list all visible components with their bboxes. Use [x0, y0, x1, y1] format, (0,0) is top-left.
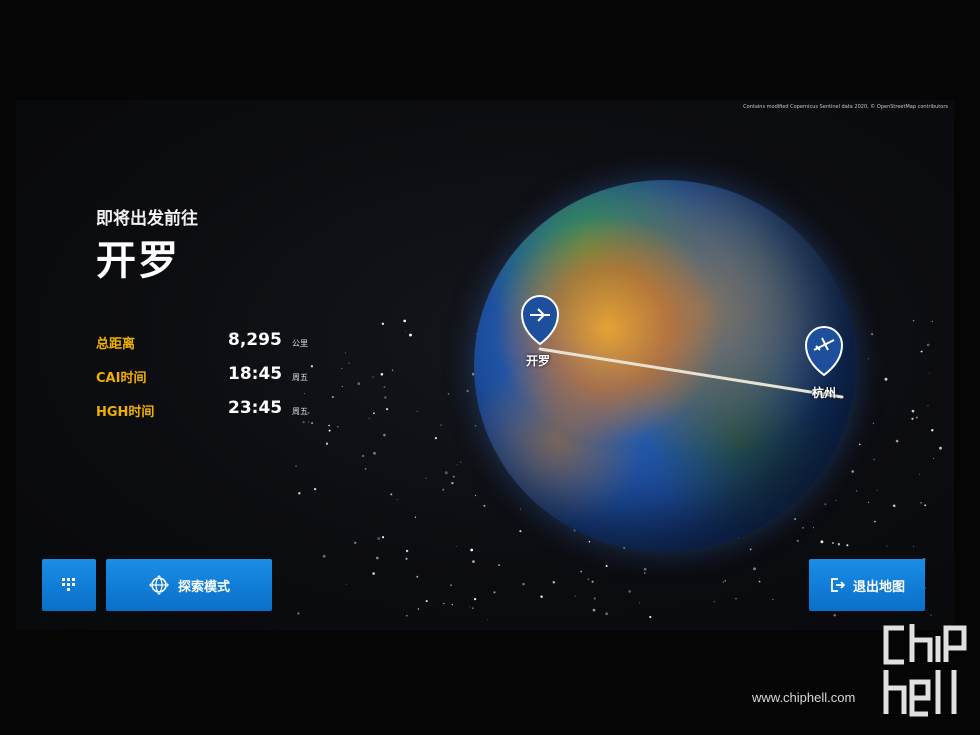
stat-unit: 公里	[292, 339, 308, 348]
stat-row-hgh-time: HGH时间 23:45 周五	[96, 398, 316, 420]
map-screen: Contains modified Copernicus Sentinel da…	[16, 100, 954, 630]
stat-row-distance: 总距离 8,295 公里	[96, 330, 316, 352]
origin-pin-icon[interactable]	[520, 295, 560, 346]
stat-row-cai-time: CAI时间 18:45 周五	[96, 364, 316, 386]
route-line	[538, 347, 844, 399]
stat-unit: 周五	[292, 407, 308, 416]
explore-mode-label: 探索模式	[177, 579, 230, 595]
stat-value: 18:45	[228, 364, 283, 384]
origin-label: 开罗	[526, 354, 551, 368]
exit-map-button[interactable]: 退出地图	[809, 559, 925, 611]
stat-label: 总距离	[96, 337, 136, 352]
chiphell-logo	[883, 624, 967, 717]
stat-value: 23:45	[228, 398, 283, 418]
globe-icon	[148, 575, 169, 595]
destination-pin-icon[interactable]	[804, 326, 844, 377]
grid-icon	[62, 578, 75, 591]
stat-label: HGH时间	[96, 405, 155, 420]
exit-map-label: 退出地图	[852, 579, 905, 595]
stat-unit: 周五	[292, 373, 308, 382]
grid-menu-button[interactable]	[42, 559, 96, 611]
destination-city: 开罗	[96, 238, 180, 284]
destination-label: 杭州	[812, 386, 837, 400]
stat-value: 8,295	[228, 330, 282, 350]
exit-icon	[831, 578, 845, 592]
departure-subtitle: 即将出发前往	[96, 209, 198, 229]
watermark-url: www.chiphell.com	[752, 690, 856, 705]
explore-mode-button[interactable]: 探索模式	[106, 559, 272, 611]
stat-label: CAI时间	[96, 371, 147, 386]
